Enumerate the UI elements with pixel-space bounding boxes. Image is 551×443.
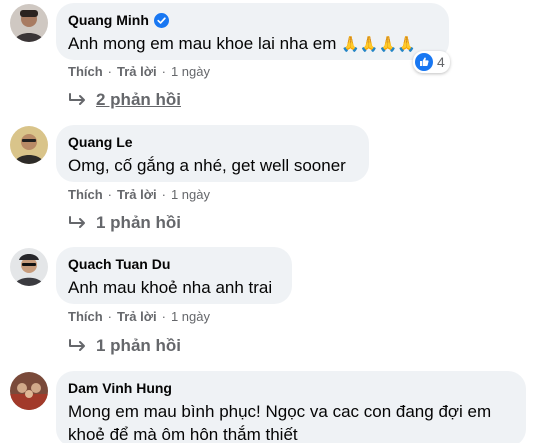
reply-arrow-icon — [69, 93, 85, 105]
like-link[interactable]: Thích — [68, 309, 103, 324]
comment-time[interactable]: 1 ngày — [171, 64, 210, 79]
comment-author[interactable]: Quach Tuan Du — [68, 255, 170, 273]
prayer-hands-emoji: 🙏🙏🙏🙏 — [341, 36, 416, 53]
comment-actions: Thích · Trả lời · 1 ngày — [68, 187, 210, 202]
like-link[interactable]: Thích — [68, 64, 103, 79]
view-replies-button[interactable]: 1 phản hồi — [68, 213, 181, 233]
comment-text: Omg, cố gắng a nhé, get well sooner — [68, 156, 346, 175]
comment-author[interactable]: Dam Vinh Hung — [68, 379, 172, 397]
comment-actions: Thích · Trả lời · 1 ngày — [68, 64, 210, 79]
comment-text: Anh mau khoẻ nha anh trai — [68, 278, 273, 297]
avatar[interactable] — [10, 4, 48, 42]
comment-author[interactable]: Quang Le — [68, 133, 133, 151]
reply-arrow-icon — [69, 216, 85, 228]
comment-bubble: Quang Le Omg, cố gắng a nhé, get well so… — [56, 125, 369, 182]
reaction-count-badge[interactable]: 4 — [413, 51, 450, 73]
comment-time[interactable]: 1 ngày — [171, 187, 210, 202]
reaction-count: 4 — [437, 54, 445, 70]
reply-link[interactable]: Trả lời — [117, 64, 157, 79]
like-thumb-icon — [415, 53, 433, 71]
comment-text-line-2: khoẻ để mà ôm hôn thắm thiết — [68, 425, 298, 443]
like-link[interactable]: Thích — [68, 187, 103, 202]
comment-bubble: Quang Minh Anh mong em mau khoe lai nha … — [56, 3, 449, 60]
comment-bubble: Quach Tuan Du Anh mau khoẻ nha anh trai — [56, 247, 292, 304]
comment-author[interactable]: Quang Minh — [68, 11, 149, 29]
avatar[interactable] — [10, 248, 48, 286]
comment-actions: Thích · Trả lời · 1 ngày — [68, 309, 210, 324]
reply-link[interactable]: Trả lời — [117, 309, 157, 324]
replies-label: 2 phản hồi — [96, 90, 181, 109]
replies-label: 1 phản hồi — [96, 213, 181, 232]
verified-badge-icon — [153, 12, 169, 28]
view-replies-button[interactable]: 2 phản hồi — [68, 90, 181, 110]
view-replies-button[interactable]: 1 phản hồi — [68, 336, 181, 356]
comment-time[interactable]: 1 ngày — [171, 309, 210, 324]
comment-text: Anh mong em mau khoe lai nha em — [68, 34, 337, 53]
comment-text-line-1: Mong em mau bình phục! Ngọc va cac con đ… — [68, 402, 492, 421]
reply-arrow-icon — [69, 339, 85, 351]
reply-link[interactable]: Trả lời — [117, 187, 157, 202]
avatar[interactable] — [10, 372, 48, 410]
avatar[interactable] — [10, 126, 48, 164]
comment-bubble: Dam Vinh Hung Mong em mau bình phục! Ngọ… — [56, 371, 526, 443]
replies-label: 1 phản hồi — [96, 336, 181, 355]
